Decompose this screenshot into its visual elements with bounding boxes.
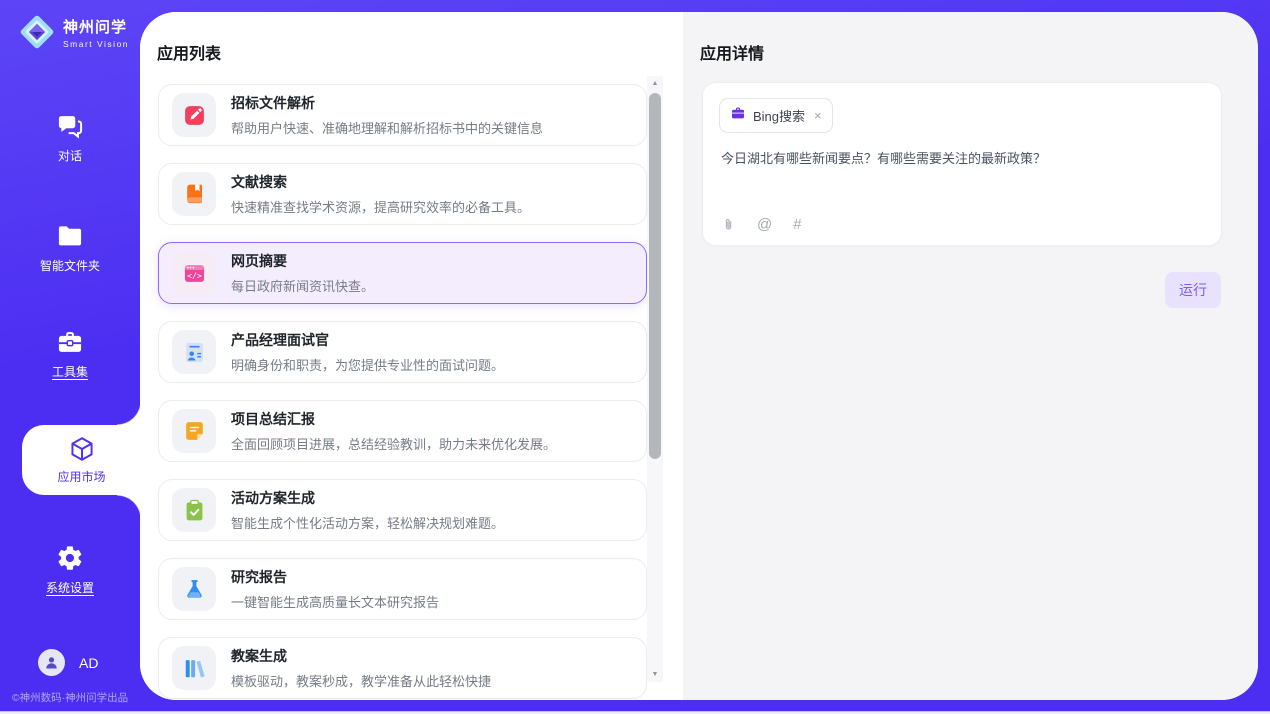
query-card: Bing搜索 × 今日湖北有哪些新闻要点？有哪些需要关注的最新政策？ @ # xyxy=(702,82,1222,246)
mention-icon[interactable]: @ xyxy=(757,217,772,232)
interviewer-icon xyxy=(172,330,216,374)
scrollbar[interactable]: ▲ ▼ xyxy=(647,76,663,682)
web-code-icon: </> xyxy=(172,251,216,295)
app-card-title: 活动方案生成 xyxy=(231,488,504,508)
app-card-desc: 帮助用户快速、准确地理解和解析招标书中的关键信息 xyxy=(231,118,543,137)
tool-tag-label: Bing搜索 xyxy=(753,106,805,125)
gear-icon xyxy=(56,544,84,572)
scroll-up-icon[interactable]: ▲ xyxy=(647,80,663,87)
app-card-desc: 模板驱动，教案秒成，教学准备从此轻松快捷 xyxy=(231,671,491,690)
sidebar-item-label: 系统设置 xyxy=(46,579,94,596)
app-card-4[interactable]: 项目总结汇报全面回顾项目进展，总结经验教训，助力未来优化发展。 xyxy=(158,400,647,462)
scroll-down-icon[interactable]: ▼ xyxy=(647,671,663,678)
sidebar-item-2[interactable]: 工具集 xyxy=(0,328,140,380)
sidebar-item-3[interactable]: 应用市场 xyxy=(22,425,141,495)
sidebar: 神州问学 Smart Vision 对话智能文件夹工具集应用市场系统设置 AD … xyxy=(0,0,140,714)
brand-name: 神州问学 xyxy=(63,16,129,37)
brand-logo-icon xyxy=(18,13,56,51)
app-card-1[interactable]: 文献搜索快速精准查找学术资源，提高研究效率的必备工具。 xyxy=(158,163,647,225)
scrollbar-thumb[interactable] xyxy=(649,93,661,459)
app-card-desc: 一键智能生成高质量长文本研究报告 xyxy=(231,592,439,611)
clipboard-check-icon xyxy=(172,488,216,532)
sidebar-item-0[interactable]: 对话 xyxy=(0,112,140,164)
app-detail-pane: 应用详情 Bing搜索 × 今日湖北有哪些新闻要点？有哪些需要关注的最新政策？ xyxy=(683,12,1258,700)
app-card-desc: 每日政府新闻资讯快查。 xyxy=(231,276,374,295)
user-name: AD xyxy=(79,655,98,671)
book-icon xyxy=(172,172,216,216)
app-card-desc: 快速精准查找学术资源，提高研究效率的必备工具。 xyxy=(231,197,530,216)
toolbox-icon xyxy=(56,328,84,356)
main-panel: 应用列表 招标文件解析帮助用户快速、准确地理解和解析招标书中的关键信息文献搜索快… xyxy=(140,12,1258,700)
run-button[interactable]: 运行 xyxy=(1165,272,1221,308)
briefcase-icon xyxy=(730,105,746,126)
brand-subtitle: Smart Vision xyxy=(63,39,129,49)
books-icon xyxy=(172,646,216,690)
user-row[interactable]: AD xyxy=(38,649,98,676)
hash-icon[interactable]: # xyxy=(793,217,801,232)
app-card-title: 文献搜索 xyxy=(231,172,530,192)
sidebar-item-label: 应用市场 xyxy=(57,468,105,485)
sidebar-item-1[interactable]: 智能文件夹 xyxy=(0,222,140,274)
folder-icon xyxy=(56,222,84,250)
user-avatar-icon xyxy=(38,649,65,676)
sidebar-item-label: 工具集 xyxy=(52,363,88,380)
app-card-title: 产品经理面试官 xyxy=(231,330,504,350)
sidebar-item-label: 智能文件夹 xyxy=(40,257,100,274)
sidebar-item-label: 对话 xyxy=(58,147,82,164)
app-card-title: 项目总结汇报 xyxy=(231,409,556,429)
copyright-footer: ©神州数码·神州问学出品 xyxy=(0,690,140,705)
app-list: 招标文件解析帮助用户快速、准确地理解和解析招标书中的关键信息文献搜索快速精准查找… xyxy=(158,84,647,700)
app-card-3[interactable]: 产品经理面试官明确身份和职责，为您提供专业性的面试问题。 xyxy=(158,321,647,383)
edit-doc-icon xyxy=(172,93,216,137)
app-list-pane: 应用列表 招标文件解析帮助用户快速、准确地理解和解析招标书中的关键信息文献搜索快… xyxy=(140,12,683,700)
chat-icon xyxy=(56,112,84,140)
app-card-desc: 智能生成个性化活动方案，轻松解决规划难题。 xyxy=(231,513,504,532)
app-card-2[interactable]: </> 网页摘要每日政府新闻资讯快查。 xyxy=(158,242,647,304)
app-card-title: 教案生成 xyxy=(231,646,491,666)
note-icon xyxy=(172,409,216,453)
brand: 神州问学 Smart Vision xyxy=(18,13,129,51)
app-card-6[interactable]: 研究报告一键智能生成高质量长文本研究报告 xyxy=(158,558,647,620)
app-list-title: 应用列表 xyxy=(157,40,221,64)
app-card-title: 网页摘要 xyxy=(231,251,374,271)
input-toolbar: @ # xyxy=(721,217,802,232)
svg-text:</>: </> xyxy=(186,270,201,280)
query-input[interactable]: 今日湖北有哪些新闻要点？有哪些需要关注的最新政策？ xyxy=(721,149,1205,169)
app-card-desc: 明确身份和职责，为您提供专业性的面试问题。 xyxy=(231,355,504,374)
tool-tag[interactable]: Bing搜索 × xyxy=(719,98,833,133)
app-card-5[interactable]: 活动方案生成智能生成个性化活动方案，轻松解决规划难题。 xyxy=(158,479,647,541)
remove-tag-icon[interactable]: × xyxy=(814,108,822,123)
sidebar-item-4[interactable]: 系统设置 xyxy=(0,544,140,596)
app-card-7[interactable]: 教案生成模板驱动，教案秒成，教学准备从此轻松快捷 xyxy=(158,637,647,699)
app-card-desc: 全面回顾项目进展，总结经验教训，助力未来优化发展。 xyxy=(231,434,556,453)
attachment-icon[interactable] xyxy=(721,217,736,232)
app-detail-title: 应用详情 xyxy=(700,40,764,64)
app-card-0[interactable]: 招标文件解析帮助用户快速、准确地理解和解析招标书中的关键信息 xyxy=(158,84,647,146)
app-card-title: 招标文件解析 xyxy=(231,93,543,113)
flask-icon xyxy=(172,567,216,611)
cube-icon xyxy=(68,435,96,463)
app-card-title: 研究报告 xyxy=(231,567,439,587)
